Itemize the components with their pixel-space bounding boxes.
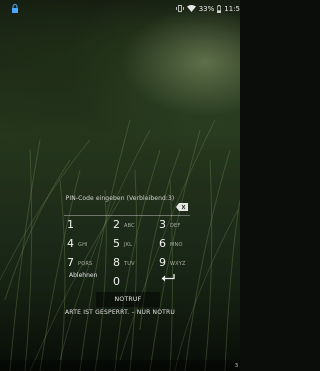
key-letters: DEF [170,223,181,229]
status-bar: 33% 11:5 [0,0,240,16]
bottom-bar: 3 [0,360,240,371]
clock: 11:5 [224,4,240,13]
key-digit: 4 [67,237,74,250]
key-digit: 0 [113,275,120,288]
key-0[interactable]: 0 [104,274,150,294]
pin-entry-field[interactable] [64,201,190,216]
enter-button[interactable] [150,270,196,290]
key-4[interactable]: 4 GHI [58,236,104,256]
key-digit: 5 [113,237,120,250]
cancel-button[interactable]: Ablehnen [58,268,104,288]
corner-mark: 3 [234,363,238,369]
key-letters: MNO [170,242,183,248]
key-3[interactable]: 3 DEF [150,217,196,237]
key-2[interactable]: 2 ABC [104,217,150,237]
cancel-label: Ablehnen [69,272,98,279]
emergency-call-button[interactable]: NOTRUF [96,292,160,307]
key-digit: 1 [67,218,74,231]
lock-icon [12,4,18,13]
key-digit: 6 [159,237,166,250]
battery-icon [217,4,222,13]
key-digit: 8 [113,256,120,269]
key-letters: WXYZ [170,261,186,267]
backspace-icon[interactable] [176,203,188,211]
key-8[interactable]: 8 TUV [104,255,150,275]
lock-screen: 33% 11:5 PIN-Code eingeben (Verbleibend:… [0,0,240,371]
key-letters: ABC [124,223,135,229]
key-digit: 9 [159,256,166,269]
key-letters: GHI [78,242,88,248]
key-letters: PQRS [78,261,93,267]
key-digit: 3 [159,218,166,231]
wifi-icon [186,5,196,12]
key-letters: TUV [124,261,135,267]
key-letters: JKL [124,242,133,248]
enter-icon [161,274,175,282]
sim-locked-message: ARTE IST GESPERRT. – NUR NOTRU [65,309,175,316]
key-5[interactable]: 5 JKL [104,236,150,256]
key-digit: 2 [113,218,120,231]
key-1[interactable]: 1 [58,217,104,237]
battery-percent: 33% [198,4,215,13]
vibrate-icon [175,5,184,12]
key-6[interactable]: 6 MNO [150,236,196,256]
